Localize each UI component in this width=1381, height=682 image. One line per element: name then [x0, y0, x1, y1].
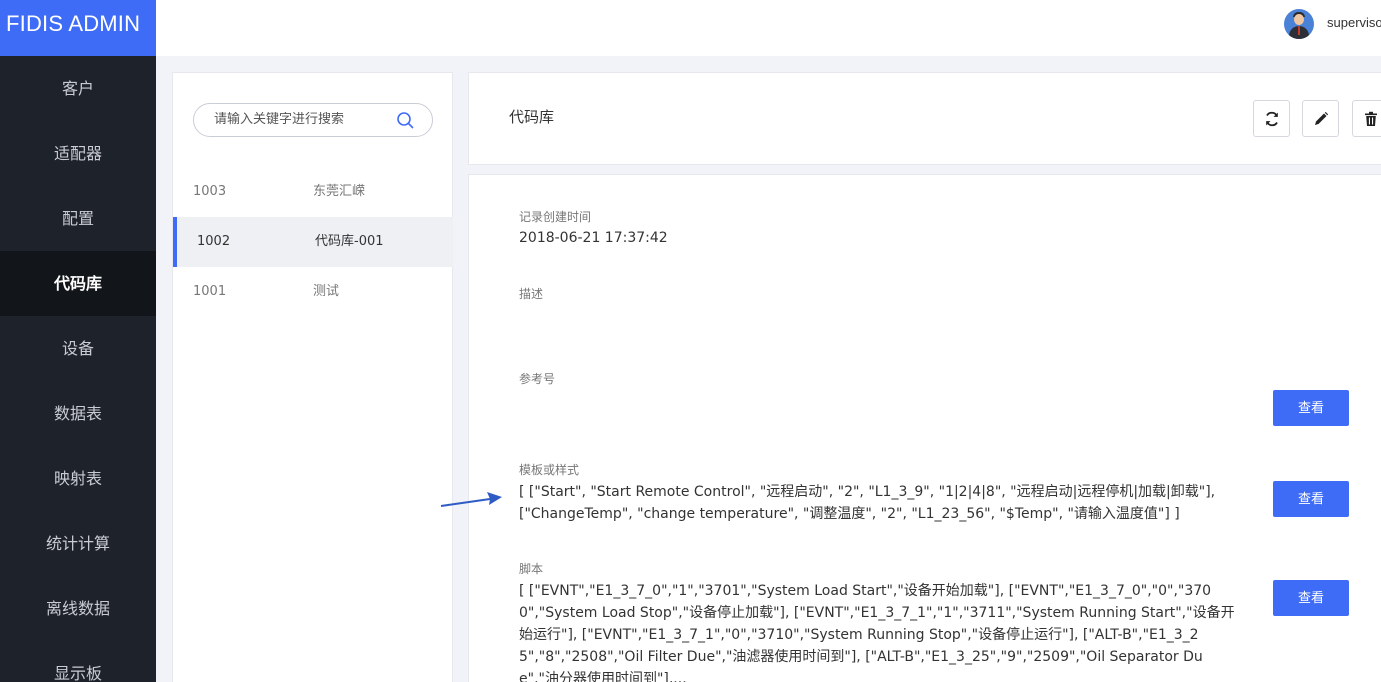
list-item-name: 测试	[313, 284, 340, 299]
template-view-button[interactable]: 查看	[1273, 481, 1349, 517]
template-label: 模板或样式	[519, 463, 580, 477]
created-time-value: 2018-06-21 17:37:42	[519, 230, 668, 246]
trash-icon	[1364, 111, 1377, 126]
brand-title[interactable]: FIDIS ADMIN	[0, 0, 156, 56]
sidebar-item-config[interactable]: 配置	[0, 186, 156, 251]
sidebar-item-data-tables[interactable]: 数据表	[0, 381, 156, 446]
sidebar-item-devices[interactable]: 设备	[0, 316, 156, 381]
list-item[interactable]: 1003 东莞汇嵘	[173, 167, 453, 217]
refresh-button[interactable]	[1253, 100, 1290, 137]
arrow-icon	[440, 492, 502, 507]
page-title: 代码库	[509, 108, 555, 126]
script-label: 脚本	[519, 562, 544, 576]
created-time-label: 记录创建时间	[519, 210, 592, 224]
user-avatar[interactable]	[1284, 9, 1314, 39]
avatar-tie	[1298, 26, 1300, 35]
edit-button[interactable]	[1302, 100, 1339, 137]
search-box	[193, 103, 433, 137]
sidebar-item-adapters[interactable]: 适配器	[0, 121, 156, 186]
delete-button[interactable]	[1352, 100, 1381, 137]
search-input[interactable]	[214, 112, 394, 127]
list-item-id: 1003	[193, 184, 227, 199]
reference-view-button[interactable]: 查看	[1273, 390, 1349, 426]
username[interactable]: supervisor	[1327, 15, 1381, 30]
sidebar: FIDIS ADMIN 客户 适配器 配置 代码库 设备 数据表 映射表 统计计…	[0, 0, 156, 682]
detail-header: 代码库	[468, 72, 1381, 165]
detail-panel: 记录创建时间 2018-06-21 17:37:42 描述 参考号 查看 模板或…	[468, 174, 1381, 682]
sidebar-item-statistics[interactable]: 统计计算	[0, 511, 156, 576]
script-view-button[interactable]: 查看	[1273, 580, 1349, 616]
refresh-icon	[1265, 111, 1278, 126]
sidebar-item-offline-data[interactable]: 离线数据	[0, 576, 156, 641]
sidebar-item-code-library[interactable]: 代码库	[0, 251, 156, 316]
description-label: 描述	[519, 287, 544, 301]
list-item-id: 1002	[197, 234, 231, 249]
list-item[interactable]: 1001 测试	[173, 267, 453, 317]
search-icon[interactable]	[396, 111, 414, 129]
script-value: [ ["EVNT","E1_3_7_0","1","3701","System …	[519, 583, 1235, 682]
list-item[interactable]: 1002 代码库-001	[173, 217, 453, 267]
list-item-id: 1001	[193, 284, 227, 299]
list-item-name: 东莞汇嵘	[313, 184, 366, 199]
avatar-head	[1294, 14, 1304, 25]
sidebar-item-mapping-tables[interactable]: 映射表	[0, 446, 156, 511]
sidebar-item-customers[interactable]: 客户	[0, 56, 156, 121]
sidebar-item-dashboard[interactable]: 显示板	[0, 641, 156, 682]
list-item-name: 代码库-001	[315, 234, 384, 249]
record-list-panel: 1003 东莞汇嵘 1002 代码库-001 1001 测试	[172, 72, 453, 682]
template-value: [ ["Start", "Start Remote Control", "远程启…	[519, 484, 1216, 522]
top-bar	[156, 0, 1381, 56]
reference-label: 参考号	[519, 372, 556, 386]
pencil-icon	[1314, 111, 1328, 125]
